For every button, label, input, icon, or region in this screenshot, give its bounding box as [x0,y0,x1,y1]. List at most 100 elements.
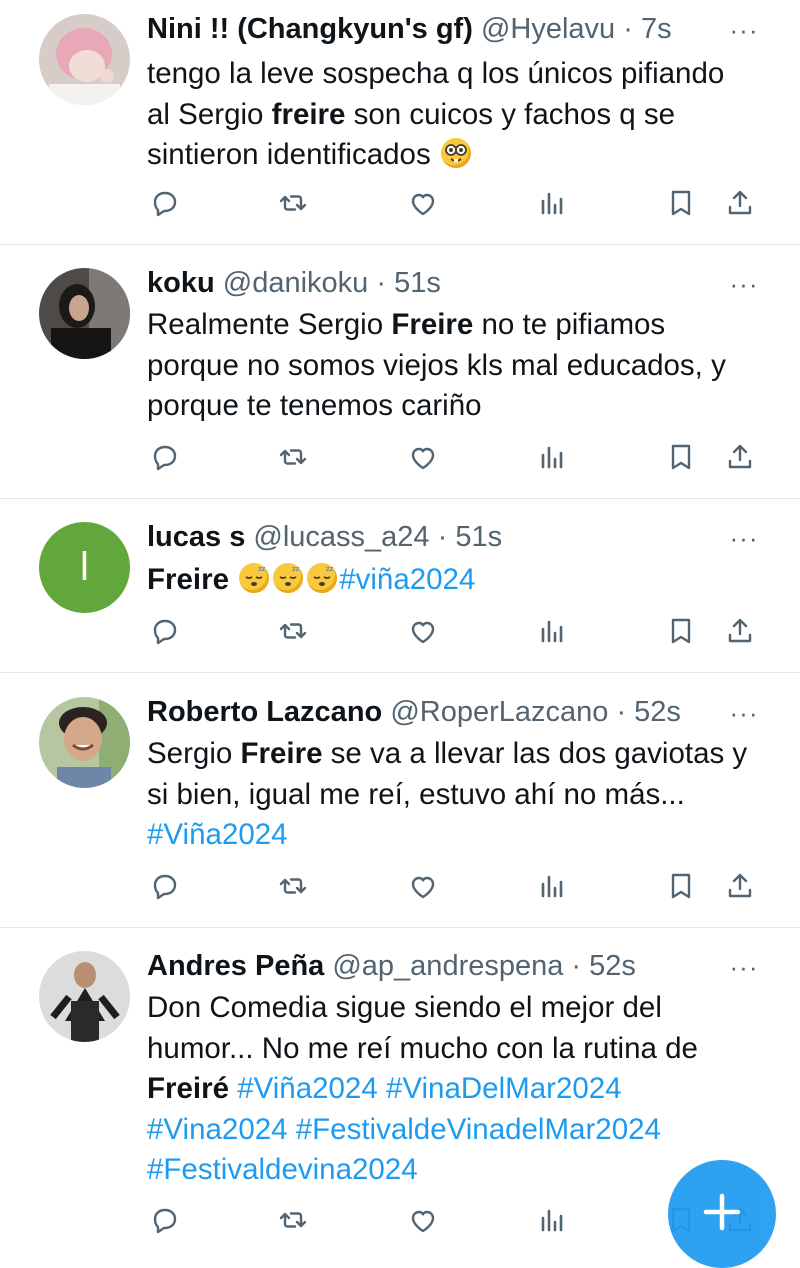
text-segment: Don Comedia sigue siendo el mejor del [147,991,662,1024]
highlighted-term: Freire [391,308,474,341]
reply-button[interactable] [148,440,182,474]
tweet-text-line: porque te tenemos cariño [147,386,762,427]
tweet-text: Realmente Sergio Freire no te pifiamos po… [147,305,762,427]
views-button[interactable] [535,440,569,474]
like-button[interactable] [406,186,440,220]
text-segment: humor... No me reí mucho con la rutina d… [147,1031,698,1065]
views-button[interactable] [535,869,569,903]
more-options-icon[interactable]: ··· [728,954,760,980]
hashtag-link[interactable]: #Festivaldevina2024 [147,1153,418,1186]
svg-text:zz: zz [258,565,266,573]
sleeping-face-emoji: zz [239,563,270,593]
tweet-header: Andres Peña @ap_andrespena · 52s [147,949,740,983]
text-segment: tengo la leve sospecha q los únicos pifi… [147,57,725,90]
text-segment: si bien, igual me reí, estuvo ahí no más… [147,777,685,811]
avatar[interactable] [39,697,130,788]
hashtag-link[interactable]: #Viña2024 [237,1072,378,1105]
repost-icon [279,623,307,639]
tweet-text-line: Don Comedia sigue siendo el mejor del [147,988,762,1029]
hashtag-link[interactable]: #FestivaldeVinadelMar2024 [296,1113,661,1146]
more-options-icon[interactable]: ··· [728,271,760,297]
display-name[interactable]: Roberto Lazcano [147,696,382,728]
more-options-icon[interactable]: ··· [728,525,760,551]
like-button[interactable] [406,614,440,648]
views-icon [541,620,563,643]
hashtag-link[interactable]: #VinaDelMar2024 [386,1072,622,1105]
reply-button[interactable] [148,186,182,220]
bookmark-button[interactable] [664,440,698,474]
reply-button[interactable] [148,1203,182,1237]
highlighted-term: Freiré [147,1072,229,1105]
display-name[interactable]: koku [147,267,215,299]
tweet-text-line: #Festivaldevina2024 [147,1150,762,1191]
hashtag-link[interactable]: #viña2024 [339,563,475,596]
share-button[interactable] [723,440,757,474]
text-segment: al Sergio [147,97,272,131]
username-handle[interactable]: @danikoku [223,267,369,299]
username-handle[interactable]: @ap_andrespena [332,950,563,982]
hashtag-link[interactable]: #Viña2024 [147,818,288,851]
username-handle[interactable]: @RoperLazcano [390,696,608,728]
plus-icon [703,1193,741,1231]
text-segment [288,1113,296,1146]
meta-separator: · [563,950,590,982]
repost-button[interactable] [276,186,310,220]
bookmark-button[interactable] [664,186,698,220]
tweet-text-line: tengo la leve sospecha q los únicos pifi… [147,54,762,95]
avatar[interactable] [39,14,130,105]
meta-separator: · [429,521,456,553]
timestamp[interactable]: 52s [589,950,636,982]
tweet-text-line: si bien, igual me reí, estuvo ahí no más… [147,775,762,816]
timestamp[interactable]: 51s [394,267,441,299]
tweet-actions [0,869,800,905]
repost-button[interactable] [276,440,310,474]
like-icon [411,876,435,899]
avatar[interactable] [39,268,130,359]
repost-button[interactable] [276,614,310,648]
sleeping-face-emoji: zz [307,563,338,593]
bookmark-button[interactable] [664,869,698,903]
more-options-icon[interactable]: ··· [728,700,760,726]
like-button[interactable] [406,440,440,474]
share-button[interactable] [723,614,757,648]
tweet-text-line: #Viña2024 [147,815,762,856]
views-button[interactable] [535,186,569,220]
more-options-icon[interactable]: ··· [728,17,760,43]
like-button[interactable] [406,1203,440,1237]
views-icon [541,1209,563,1232]
tweet-header: Nini !! (Changkyun's gf) @Hyelavu · 7s [147,12,740,46]
bookmark-button[interactable] [664,614,698,648]
timestamp[interactable]: 51s [455,521,502,553]
svg-text:zz: zz [326,565,334,573]
repost-button[interactable] [276,869,310,903]
like-icon [411,621,435,644]
reply-icon [153,1208,177,1234]
bookmark-icon [671,873,691,899]
tweet-header: lucas s @lucass_a24 · 51s [147,520,740,554]
hashtag-link[interactable]: #Vina2024 [147,1113,288,1146]
share-button[interactable] [723,869,757,903]
repost-button[interactable] [276,1203,310,1237]
tweet-text: Freire zz zz zz #viña2024 [147,560,762,601]
avatar[interactable]: l [39,522,130,613]
views-button[interactable] [535,1203,569,1237]
highlighted-term: freire [271,97,346,131]
username-handle[interactable]: @lucass_a24 [253,521,429,553]
display-name[interactable]: Nini !! (Changkyun's gf) [147,13,473,45]
tweet-divider [0,244,800,245]
avatar[interactable] [39,951,130,1042]
reply-icon [153,191,177,217]
like-icon [411,1210,435,1233]
like-button[interactable] [406,869,440,903]
timestamp[interactable]: 7s [641,13,672,45]
timestamp[interactable]: 52s [634,696,681,728]
display-name[interactable]: Andres Peña [147,950,324,982]
reply-button[interactable] [148,614,182,648]
bookmark-icon [671,444,691,470]
username-handle[interactable]: @Hyelavu [481,13,615,45]
reply-icon [153,619,177,645]
views-button[interactable] [535,614,569,648]
display-name[interactable]: lucas s [147,521,245,553]
reply-button[interactable] [148,869,182,903]
share-button[interactable] [723,186,757,220]
